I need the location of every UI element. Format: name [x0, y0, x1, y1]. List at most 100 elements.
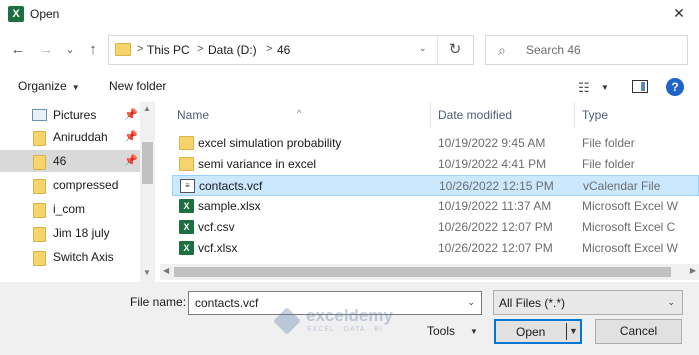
column-header-label: Type: [582, 108, 609, 122]
logo-mark: [273, 307, 301, 335]
file-name-value[interactable]: contacts.vcf: [195, 296, 258, 310]
pin-icon[interactable]: 📌: [124, 108, 138, 121]
cancel-button[interactable]: Cancel: [595, 319, 682, 344]
preview-pane-icon[interactable]: [632, 80, 648, 93]
file-name-label: File name:: [130, 295, 187, 309]
scroll-right-icon[interactable]: ▶: [690, 266, 696, 275]
scroll-down-icon[interactable]: ▼: [143, 268, 151, 277]
window-title: Open: [30, 7, 60, 21]
sidebar-item-label: 46: [53, 154, 67, 168]
file-type-filter[interactable]: All Files (*.*) ⌄: [493, 290, 683, 315]
breadcrumb-separator: >: [137, 43, 144, 55]
forward-button[interactable]: →: [36, 40, 56, 60]
chevron-down-icon[interactable]: ⌄: [467, 297, 475, 308]
file-date: 10/26/2022 12:07 PM: [438, 241, 553, 255]
view-options-icon[interactable]: ☷: [578, 80, 590, 96]
file-name: vcf.xlsx: [198, 241, 238, 255]
excel-app-icon: X: [8, 6, 24, 22]
sidebar-item-label: Jim 18 july: [53, 226, 110, 240]
sidebar-item-i-com[interactable]: i_com: [0, 198, 140, 220]
sidebar-item-label: Pictures: [53, 108, 97, 122]
refresh-button[interactable]: ↻: [443, 40, 467, 60]
breadcrumb-data-drive[interactable]: Data (D:): [208, 43, 257, 57]
back-button[interactable]: ←: [8, 40, 28, 60]
scroll-thumb[interactable]: [174, 267, 671, 277]
file-row[interactable]: excel simulation probability 10/19/2022 …: [172, 133, 699, 154]
chevron-down-icon: ▼: [71, 83, 80, 92]
folder-icon: [33, 155, 46, 170]
file-type: Microsoft Excel C: [582, 220, 676, 234]
chevron-down-icon: ⌄: [667, 297, 675, 307]
file-name: contacts.vcf: [199, 179, 263, 193]
help-icon[interactable]: ?: [666, 78, 684, 96]
file-date: 10/26/2022 12:15 PM: [439, 179, 554, 193]
navigation-pane: Pictures 📌 Aniruddah 📌 46 📌 compressed i…: [0, 102, 155, 282]
folder-icon: [33, 203, 46, 218]
column-header-label: Name: [177, 108, 210, 122]
sidebar-item-label: Aniruddah: [53, 130, 108, 144]
horizontal-scrollbar[interactable]: ◀ ▶: [160, 264, 699, 280]
column-header-name[interactable]: ^ Name: [160, 102, 430, 128]
breadcrumb-this-pc[interactable]: This PC: [147, 43, 190, 57]
file-name: vcf.csv: [198, 220, 235, 234]
up-button[interactable]: ↑: [83, 40, 103, 60]
filter-value: All Files (*.*): [499, 296, 566, 310]
file-type: Microsoft Excel W: [582, 199, 679, 213]
tools-button[interactable]: Tools: [427, 324, 455, 338]
file-type: File folder: [582, 136, 635, 150]
folder-icon: [33, 131, 46, 146]
address-bar[interactable]: > This PC > Data (D:) > 46 ⌄ ↻: [108, 35, 474, 65]
pin-icon[interactable]: 📌: [124, 130, 138, 143]
watermark-logo: exceldemy EXCEL · DATA · BI: [273, 304, 424, 338]
file-row[interactable]: X vcf.xlsx 10/26/2022 12:07 PM Microsoft…: [172, 238, 699, 259]
column-header-label: Date modified: [438, 108, 513, 122]
command-bar: Organize ▼ New folder ☷ ▼ ?: [0, 72, 699, 102]
close-button[interactable]: ✕: [665, 2, 693, 24]
sidebar-item-aniruddah[interactable]: Aniruddah 📌: [0, 126, 140, 148]
sidebar-item-46[interactable]: 46 📌: [0, 150, 140, 172]
search-box[interactable]: ⌕ Search 46: [485, 35, 688, 65]
file-name: sample.xlsx: [198, 199, 261, 213]
scroll-up-icon[interactable]: ▲: [143, 104, 151, 113]
sidebar-item-pictures[interactable]: Pictures 📌: [0, 104, 140, 126]
breadcrumb-separator: >: [197, 43, 204, 55]
divider: [437, 36, 438, 64]
file-date: 10/26/2022 12:07 PM: [438, 220, 553, 234]
organize-button[interactable]: Organize ▼: [18, 79, 80, 93]
chevron-down-icon[interactable]: ▼: [569, 326, 578, 336]
search-input[interactable]: Search 46: [526, 43, 581, 57]
organize-label: Organize: [18, 79, 67, 93]
sidebar-item-jim-18-july[interactable]: Jim 18 july: [0, 222, 140, 244]
pin-icon[interactable]: 📌: [124, 154, 138, 167]
file-date: 10/19/2022 4:41 PM: [438, 157, 547, 171]
open-button-label: Open: [516, 325, 546, 339]
file-row[interactable]: X vcf.csv 10/26/2022 12:07 PM Microsoft …: [172, 217, 699, 238]
excel-file-icon: X: [179, 220, 194, 234]
breadcrumb-46[interactable]: 46: [277, 43, 290, 57]
file-row[interactable]: semi variance in excel 10/19/2022 4:41 P…: [172, 154, 699, 175]
recent-locations-button[interactable]: ⌄: [60, 40, 80, 60]
file-date: 10/19/2022 9:45 AM: [438, 136, 546, 150]
folder-icon: [115, 43, 131, 56]
view-dropdown-icon[interactable]: ▼: [601, 83, 609, 92]
folder-icon: [33, 179, 46, 194]
sidebar-scrollbar[interactable]: ▲ ▼: [140, 102, 155, 282]
title-bar: X Open ✕: [0, 0, 699, 28]
sidebar-item-compressed[interactable]: compressed: [0, 174, 140, 196]
folder-icon: [33, 251, 46, 266]
column-header-type[interactable]: Type: [575, 102, 699, 128]
column-header-date-modified[interactable]: Date modified: [431, 102, 574, 128]
dialog-footer: File name: contacts.vcf ⌄ All Files (*.*…: [0, 282, 699, 355]
breadcrumb-separator: >: [266, 43, 273, 55]
chevron-down-icon[interactable]: ▼: [470, 327, 478, 336]
scroll-left-icon[interactable]: ◀: [163, 266, 169, 275]
new-folder-button[interactable]: New folder: [109, 79, 166, 93]
address-dropdown-icon[interactable]: ⌄: [419, 43, 427, 54]
scroll-thumb[interactable]: [142, 142, 153, 184]
excel-file-icon: X: [179, 199, 194, 213]
file-list: ^ Name Date modified Type excel simulati…: [160, 102, 699, 282]
file-row[interactable]: X sample.xlsx 10/19/2022 11:37 AM Micros…: [172, 196, 699, 217]
sidebar-item-switch-axis[interactable]: Switch Axis: [0, 246, 140, 268]
file-row[interactable]: ≡ contacts.vcf 10/26/2022 12:15 PM vCale…: [172, 175, 699, 196]
open-button[interactable]: Open ▼: [494, 319, 582, 344]
